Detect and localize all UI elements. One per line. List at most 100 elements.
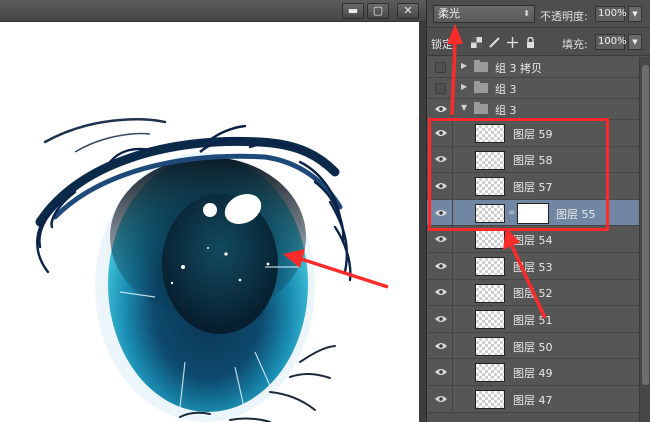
layer-group-name: 组 3 拷贝	[495, 62, 542, 75]
blend-mode-value: 柔光	[438, 7, 460, 20]
minimize-button[interactable]: ▬	[342, 3, 364, 19]
layer-name: 图层 55	[556, 207, 596, 221]
eye-icon	[435, 315, 447, 322]
layer-group-name: 组 3	[495, 104, 517, 117]
caret-right-icon[interactable]: ▶	[461, 82, 467, 91]
folder-icon	[474, 102, 488, 114]
layer-name: 图层 50	[513, 340, 553, 354]
visibility-toggle[interactable]	[427, 173, 453, 199]
layer-row[interactable]: 图层 47	[427, 386, 639, 413]
folder-icon	[474, 81, 488, 93]
fill-label: 填充:	[562, 38, 588, 51]
visibility-toggle[interactable]	[427, 78, 453, 98]
lock-options-row: 锁定 填充: 100% ▼	[427, 28, 650, 56]
layer-name: 图层 53	[513, 260, 553, 274]
layer-mask-thumbnail[interactable]	[517, 202, 549, 224]
eye-icon	[435, 129, 447, 136]
layer-thumbnail	[475, 230, 505, 250]
eye-icon	[435, 182, 447, 189]
eye-icon	[435, 289, 447, 296]
layers-panel: 柔光 ⬍ 不透明度: 100% ▼ 锁定 填充: 100% ▼ ▶ 组 3 拷贝 ▶…	[426, 0, 650, 422]
visibility-toggle[interactable]	[427, 99, 453, 119]
eye-icon	[435, 262, 447, 269]
visibility-toggle[interactable]	[427, 120, 453, 146]
layer-row[interactable]: 图层 52	[427, 279, 639, 307]
layer-thumbnail	[475, 203, 505, 223]
eye-icon	[435, 342, 447, 349]
layer-name: 图层 52	[513, 287, 553, 301]
caret-down-icon[interactable]: ▼	[461, 103, 467, 112]
eye-icon	[435, 369, 447, 376]
layer-row[interactable]: ∞ 图层 55	[427, 199, 639, 227]
layer-row[interactable]: 图层 59	[427, 120, 639, 147]
layer-row[interactable]: 图层 49	[427, 359, 639, 386]
layer-row[interactable]: 图层 54	[427, 226, 639, 253]
visibility-off-box	[435, 83, 446, 94]
folder-icon	[474, 60, 488, 72]
visibility-toggle[interactable]	[427, 57, 453, 77]
layer-row[interactable]: 图层 50	[427, 332, 639, 360]
visibility-toggle[interactable]	[427, 253, 453, 279]
layer-group-row[interactable]: ▶ 组 3 拷贝	[427, 57, 639, 78]
layer-thumbnail	[475, 124, 505, 143]
layer-list: ▶ 组 3 拷贝 ▶ 组 3 ▼ 组 3 图层 59 图层 58 图层 57 ∞ 图层 55 图层 5…	[427, 57, 639, 422]
visibility-toggle[interactable]	[427, 386, 453, 412]
layer-name: 图层 49	[513, 367, 553, 381]
eye-icon	[435, 156, 447, 163]
scrollbar-thumb[interactable]	[642, 65, 649, 385]
layer-row[interactable]: 图层 53	[427, 253, 639, 280]
layer-name: 图层 51	[513, 313, 553, 327]
visibility-off-box	[435, 62, 446, 73]
layer-name: 图层 54	[513, 234, 553, 248]
layer-thumbnail	[475, 363, 505, 383]
chevron-updown-icon: ⬍	[523, 9, 530, 18]
layer-name: 图层 58	[513, 154, 553, 168]
link-chain-icon[interactable]: ∞	[508, 208, 516, 218]
lock-brush-icon[interactable]	[489, 37, 500, 48]
eye-icon	[435, 209, 447, 216]
document-titlebar: ▬ ▢ ✕	[0, 0, 426, 22]
eye-icon	[435, 236, 447, 243]
anime-eye-artwork	[35, 118, 389, 422]
layer-thumbnail	[475, 310, 505, 330]
document-window: ▬ ▢ ✕	[0, 0, 426, 422]
close-button[interactable]: ✕	[397, 3, 419, 19]
layer-thumbnail	[475, 257, 505, 276]
layer-group-row[interactable]: ▶ 组 3	[427, 78, 639, 99]
maximize-button[interactable]: ▢	[367, 3, 389, 19]
visibility-toggle[interactable]	[427, 226, 453, 252]
visibility-toggle[interactable]	[427, 199, 453, 226]
blend-mode-select[interactable]: 柔光 ⬍	[433, 5, 535, 23]
visibility-toggle[interactable]	[427, 146, 453, 173]
layer-thumbnail	[475, 177, 505, 197]
fill-dropdown-button[interactable]: ▼	[628, 34, 642, 50]
layer-name: 图层 47	[513, 393, 553, 407]
opacity-input[interactable]: 100%	[595, 6, 627, 22]
fill-input[interactable]: 100%	[595, 34, 627, 50]
eye-icon	[435, 106, 447, 112]
lock-all-icon[interactable]	[525, 37, 536, 48]
layer-thumbnail	[475, 150, 505, 170]
canvas[interactable]	[0, 22, 419, 422]
layer-group-row[interactable]: ▼ 组 3	[427, 99, 639, 120]
layer-row[interactable]: 图层 51	[427, 306, 639, 333]
opacity-dropdown-button[interactable]: ▼	[628, 6, 642, 22]
layers-scrollbar[interactable]	[639, 57, 650, 422]
visibility-toggle[interactable]	[427, 306, 453, 332]
opacity-label: 不透明度:	[540, 10, 588, 23]
visibility-toggle[interactable]	[427, 359, 453, 385]
layer-row[interactable]: 图层 57	[427, 173, 639, 200]
layer-group-name: 组 3	[495, 83, 517, 96]
eye-icon	[435, 395, 447, 402]
layer-thumbnail	[475, 390, 505, 409]
layer-name: 图层 59	[513, 127, 553, 141]
layer-thumbnail	[475, 336, 505, 356]
visibility-toggle[interactable]	[427, 279, 453, 306]
caret-right-icon[interactable]: ▶	[461, 61, 467, 70]
canvas-scroll-edge	[419, 22, 426, 422]
visibility-toggle[interactable]	[427, 332, 453, 359]
lock-pixels-icon[interactable]	[471, 37, 482, 48]
lock-move-icon[interactable]	[507, 37, 518, 48]
layer-row[interactable]: 图层 58	[427, 146, 639, 174]
layer-name: 图层 57	[513, 180, 553, 194]
